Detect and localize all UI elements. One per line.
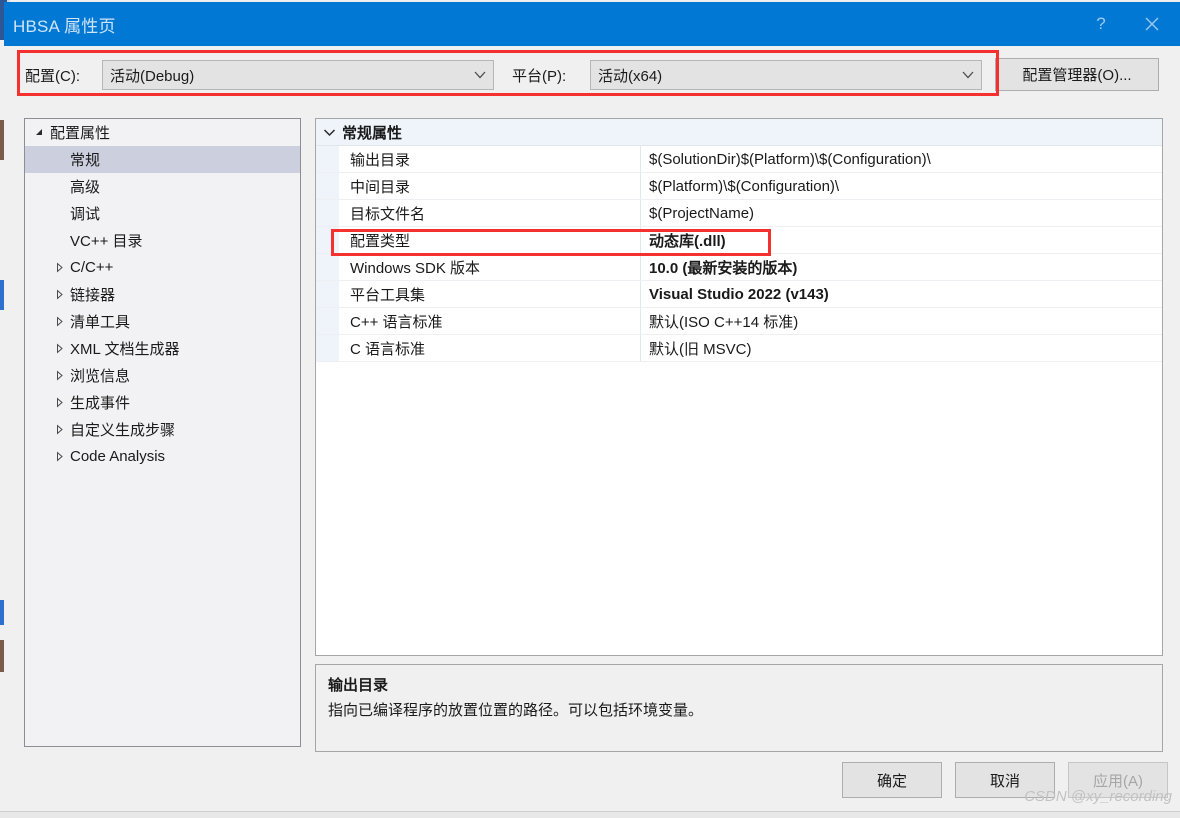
tree-item-label: XML 文档生成器 bbox=[70, 341, 180, 358]
property-name: C 语言标准 bbox=[339, 335, 641, 361]
property-row-7[interactable]: C 语言标准 默认(旧 MSVC) bbox=[316, 335, 1162, 362]
tree-item-label: VC++ 目录 bbox=[70, 233, 143, 250]
title-bar: HBSA 属性页 ? bbox=[4, 2, 1180, 46]
property-value[interactable]: 默认(旧 MSVC) bbox=[641, 335, 1162, 361]
close-icon bbox=[1145, 17, 1159, 31]
tree-item-3[interactable]: 调试 bbox=[25, 200, 300, 227]
configuration-toolbar: 配置(C): 活动(Debug) 平台(P): 活动(x64) 配置管理器(O)… bbox=[4, 46, 1180, 108]
property-row-0[interactable]: 输出目录 $(SolutionDir)$(Platform)\$(Configur… bbox=[316, 146, 1162, 173]
chevron-down-icon bbox=[955, 70, 981, 80]
tree-item-2[interactable]: 高级 bbox=[25, 173, 300, 200]
tree-item-label: 常规 bbox=[70, 152, 101, 169]
property-rows: 输出目录 $(SolutionDir)$(Platform)\$(Configur… bbox=[316, 146, 1162, 362]
help-button[interactable]: ? bbox=[1078, 2, 1124, 46]
cancel-button[interactable]: 取消 bbox=[955, 762, 1055, 798]
property-value[interactable]: $(Platform)\$(Configuration)\ bbox=[641, 173, 1162, 199]
property-value[interactable]: 动态库(.dll) bbox=[641, 227, 1162, 253]
tree-collapsed-arrow-icon[interactable] bbox=[51, 370, 67, 381]
apply-button: 应用(A) bbox=[1068, 762, 1168, 798]
tree-item-5[interactable]: C/C++ bbox=[25, 254, 300, 281]
chevron-down-icon bbox=[467, 70, 493, 80]
tree-collapsed-arrow-icon[interactable] bbox=[51, 451, 67, 462]
property-row-1[interactable]: 中间目录 $(Platform)\$(Configuration)\ bbox=[316, 173, 1162, 200]
tree-collapsed-arrow-icon[interactable] bbox=[51, 262, 67, 273]
property-row-gutter bbox=[316, 281, 339, 307]
question-mark-icon: ? bbox=[1096, 14, 1106, 33]
configuration-properties-tree[interactable]: 配置属性常规高级调试 VC++ 目录 C/C++ 链接器清单工具 XML 文档生成器 浏览… bbox=[24, 118, 301, 747]
property-description-pane: 输出目录 指向已编译程序的放置位置的路径。可以包括环境变量。 bbox=[315, 664, 1163, 752]
tree-item-label: 生成事件 bbox=[70, 395, 131, 412]
property-row-gutter bbox=[316, 146, 339, 172]
configuration-manager-button[interactable]: 配置管理器(O)... bbox=[995, 58, 1159, 91]
property-category-label: 常规属性 bbox=[342, 124, 403, 142]
tree-item-label: 自定义生成步骤 bbox=[70, 422, 176, 439]
tree-collapsed-arrow-icon[interactable] bbox=[51, 343, 67, 354]
platform-combobox[interactable]: 活动(x64) bbox=[590, 60, 982, 90]
ok-button[interactable]: 确定 bbox=[842, 762, 942, 798]
configuration-value: 活动(Debug) bbox=[110, 67, 195, 85]
property-name: 配置类型 bbox=[339, 227, 641, 253]
property-row-gutter bbox=[316, 308, 339, 334]
property-row-gutter bbox=[316, 254, 339, 280]
chevron-down-icon bbox=[316, 128, 342, 137]
tree-item-label: 浏览信息 bbox=[70, 368, 131, 385]
tree-item-8[interactable]: XML 文档生成器 bbox=[25, 335, 300, 362]
property-name: 目标文件名 bbox=[339, 200, 641, 226]
tree-item-11[interactable]: 自定义生成步骤 bbox=[25, 416, 300, 443]
property-value[interactable]: Visual Studio 2022 (v143) bbox=[641, 281, 1162, 307]
property-name: C++ 语言标准 bbox=[339, 308, 641, 334]
property-row-5[interactable]: 平台工具集 Visual Studio 2022 (v143) bbox=[316, 281, 1162, 308]
tree-expanded-arrow-icon[interactable] bbox=[31, 127, 47, 138]
tree-item-label: 链接器 bbox=[70, 287, 116, 304]
configuration-label: 配置(C): bbox=[25, 68, 80, 85]
window-title: HBSA 属性页 bbox=[13, 17, 116, 36]
property-row-gutter bbox=[316, 227, 339, 253]
tree-item-10[interactable]: 生成事件 bbox=[25, 389, 300, 416]
property-category-header[interactable]: 常规属性 bbox=[316, 119, 1162, 146]
tree-item-label: C/C++ bbox=[70, 259, 114, 276]
property-name: 平台工具集 bbox=[339, 281, 641, 307]
property-value[interactable]: $(ProjectName) bbox=[641, 200, 1162, 226]
property-value[interactable]: 默认(ISO C++14 标准) bbox=[641, 308, 1162, 334]
property-name: Windows SDK 版本 bbox=[339, 254, 641, 280]
property-row-gutter bbox=[316, 200, 339, 226]
property-value[interactable]: 10.0 (最新安装的版本) bbox=[641, 254, 1162, 280]
background-strip-bottom bbox=[0, 811, 1180, 818]
property-value[interactable]: $(SolutionDir)$(Platform)\$(Configuratio… bbox=[641, 146, 1162, 172]
close-button[interactable] bbox=[1129, 2, 1175, 46]
tree-item-label: 配置属性 bbox=[50, 125, 111, 142]
tree-item-label: 清单工具 bbox=[70, 314, 131, 331]
property-grid[interactable]: 常规属性 输出目录 $(SolutionDir)$(Platform)\$(Con… bbox=[315, 118, 1163, 656]
tree-item-0[interactable]: 配置属性 bbox=[25, 119, 300, 146]
property-name: 中间目录 bbox=[339, 173, 641, 199]
tree-list: 配置属性常规高级调试 VC++ 目录 C/C++ 链接器清单工具 XML 文档生成器 浏览… bbox=[25, 119, 300, 470]
property-row-gutter bbox=[316, 173, 339, 199]
property-row-3[interactable]: 配置类型 动态库(.dll) bbox=[316, 227, 1162, 254]
tree-collapsed-arrow-icon[interactable] bbox=[51, 289, 67, 300]
platform-label: 平台(P): bbox=[512, 68, 567, 85]
tree-item-12[interactable]: Code Analysis bbox=[25, 443, 300, 470]
tree-item-7[interactable]: 清单工具 bbox=[25, 308, 300, 335]
platform-value: 活动(x64) bbox=[598, 67, 663, 85]
property-row-6[interactable]: C++ 语言标准 默认(ISO C++14 标准) bbox=[316, 308, 1162, 335]
property-pages-dialog: HBSA 属性页 ? 配置(C): 活动(Debug) 平台(P): 活动(x6… bbox=[4, 2, 1180, 814]
tree-item-label: Code Analysis bbox=[70, 448, 166, 465]
tree-item-label: 调试 bbox=[70, 206, 101, 223]
description-title: 输出目录 bbox=[328, 677, 389, 694]
tree-collapsed-arrow-icon[interactable] bbox=[51, 397, 67, 408]
tree-item-1[interactable]: 常规 bbox=[25, 146, 300, 173]
tree-item-9[interactable]: 浏览信息 bbox=[25, 362, 300, 389]
tree-collapsed-arrow-icon[interactable] bbox=[51, 316, 67, 327]
property-name: 输出目录 bbox=[339, 146, 641, 172]
property-row-2[interactable]: 目标文件名 $(ProjectName) bbox=[316, 200, 1162, 227]
tree-item-label: 高级 bbox=[70, 179, 101, 196]
property-row-gutter bbox=[316, 335, 339, 361]
tree-collapsed-arrow-icon[interactable] bbox=[51, 424, 67, 435]
description-body: 指向已编译程序的放置位置的路径。可以包括环境变量。 bbox=[328, 702, 704, 719]
tree-item-4[interactable]: VC++ 目录 bbox=[25, 227, 300, 254]
configuration-combobox[interactable]: 活动(Debug) bbox=[102, 60, 494, 90]
property-row-4[interactable]: Windows SDK 版本 10.0 (最新安装的版本) bbox=[316, 254, 1162, 281]
tree-item-6[interactable]: 链接器 bbox=[25, 281, 300, 308]
